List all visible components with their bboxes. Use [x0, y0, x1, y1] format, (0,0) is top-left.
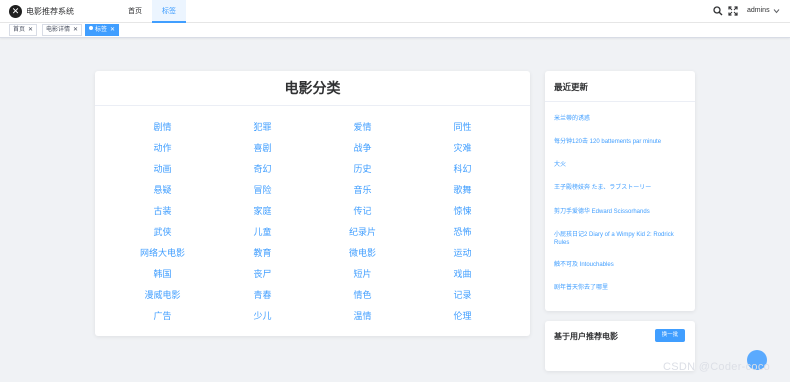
recent-movie-link[interactable]: 触不可及 Intouchables	[554, 261, 690, 269]
genre-link[interactable]: 喜剧	[213, 138, 313, 159]
genre-link[interactable]: 韩国	[113, 264, 213, 285]
genre-link[interactable]: 教育	[213, 243, 313, 264]
close-icon[interactable]: ✕	[28, 27, 33, 33]
genre-link[interactable]: 冒险	[213, 180, 313, 201]
recent-updates-title: 最近更新	[554, 82, 589, 92]
genre-link[interactable]: 运动	[413, 243, 513, 264]
nav-menu: 首页 标签	[118, 0, 186, 23]
genre-link[interactable]: 武侠	[113, 222, 213, 243]
genre-link[interactable]: 纪录片	[313, 222, 413, 243]
divider	[545, 101, 695, 102]
nav-item-tags[interactable]: 标签	[152, 0, 186, 23]
genre-link[interactable]: 科幻	[413, 159, 513, 180]
genre-link[interactable]: 爱情	[313, 117, 413, 138]
genre-link[interactable]: 战争	[313, 138, 413, 159]
genre-link[interactable]: 同性	[413, 117, 513, 138]
genre-link[interactable]: 古装	[113, 201, 213, 222]
nav-item-home[interactable]: 首页	[118, 0, 152, 23]
recent-updates-card: 最近更新 米兰蒂的诱惑 每分钟120击 120 battements par m…	[545, 71, 695, 311]
recent-movie-link[interactable]: 剧年普天你去了哪里	[554, 284, 690, 292]
genre-link[interactable]: 温情	[313, 306, 413, 327]
genre-link[interactable]: 少儿	[213, 306, 313, 327]
genre-link[interactable]: 传记	[313, 201, 413, 222]
genre-link[interactable]: 犯罪	[213, 117, 313, 138]
recommend-title: 基于用户推荐电影	[554, 332, 618, 341]
recent-movie-link[interactable]: 米兰蒂的诱惑	[554, 115, 690, 123]
genre-link[interactable]: 剧情	[113, 117, 213, 138]
genre-link[interactable]: 戏曲	[413, 264, 513, 285]
tags-view: 首页 ✕ 电影详情 ✕ 标签 ✕	[0, 23, 790, 38]
genre-link[interactable]: 记录	[413, 285, 513, 306]
tag-movie-detail[interactable]: 电影详情 ✕	[42, 24, 83, 36]
logo: ✕	[9, 5, 22, 18]
tag-home[interactable]: 首页 ✕	[9, 24, 38, 36]
recent-movie-link[interactable]: 大火	[554, 161, 690, 169]
search-icon[interactable]	[713, 6, 723, 16]
app-title: 电影推荐系统	[26, 7, 74, 16]
category-card: 电影分类 剧情 犯罪 爱情 同性动作 喜剧 战争 灾难动画 奇幻 历史 科幻悬疑 冒险 音乐 歌舞古装家…	[95, 71, 530, 336]
genre-link[interactable]: 动作	[113, 138, 213, 159]
tag-tags[interactable]: 标签 ✕	[85, 24, 120, 36]
recent-movie-link[interactable]: 每分钟120击 120 battements par minute	[554, 138, 690, 146]
genre-link[interactable]: 家庭	[213, 201, 313, 222]
genre-link[interactable]: 短片	[313, 264, 413, 285]
recent-movie-link[interactable]: 王子殿榜妓奔 たま、ラブストーリー	[554, 184, 690, 192]
genre-link[interactable]: 青春	[213, 285, 313, 306]
genre-link[interactable]: 丧尸	[213, 264, 313, 285]
genre-link[interactable]: 惊悚	[413, 201, 513, 222]
genre-link[interactable]: 漫威电影	[113, 285, 213, 306]
genre-link[interactable]: 情色	[313, 285, 413, 306]
close-icon[interactable]: ✕	[73, 27, 78, 33]
refresh-recommend-button[interactable]: 换一批	[655, 329, 685, 342]
genre-link[interactable]: 历史	[313, 159, 413, 180]
genre-link[interactable]: 广告	[113, 306, 213, 327]
fullscreen-icon[interactable]	[728, 6, 738, 16]
page-title: 电影分类	[95, 71, 530, 106]
genre-link[interactable]: 动画	[113, 159, 213, 180]
genre-link[interactable]: 音乐	[313, 180, 413, 201]
close-icon[interactable]: ✕	[110, 27, 115, 33]
genre-link[interactable]: 悬疑	[113, 180, 213, 201]
recent-movie-link[interactable]: 剪刀手爱德华 Edward Scissorhands	[554, 208, 690, 216]
genre-link[interactable]: 恐怖	[413, 222, 513, 243]
top-navbar: ✕ 电影推荐系统 首页 标签 admins	[0, 0, 790, 23]
tag-label: 标签	[95, 27, 108, 33]
chevron-down-icon[interactable]	[773, 8, 780, 14]
genre-link[interactable]: 奇幻	[213, 159, 313, 180]
user-menu[interactable]: admins	[747, 7, 770, 14]
genre-link[interactable]: 灾难	[413, 138, 513, 159]
genre-link[interactable]: 儿童	[213, 222, 313, 243]
genre-link[interactable]: 歌舞	[413, 180, 513, 201]
genre-link[interactable]: 微电影	[313, 243, 413, 264]
genre-link[interactable]: 伦理	[413, 306, 513, 327]
genre-link[interactable]: 网络大电影	[113, 243, 213, 264]
recent-movie-link[interactable]: 小屁孩日记2 Diary of a Wimpy Kid 2: Rodrick R…	[554, 231, 690, 247]
genre-grid: 剧情 犯罪 爱情 同性动作 喜剧 战争 灾难动画 奇幻 历史 科幻悬疑 冒险 音乐 歌舞古装 家庭 传记 惊悚…	[95, 117, 530, 327]
tag-label: 首页	[13, 27, 26, 33]
tag-label: 电影详情	[46, 27, 71, 33]
active-dot-icon	[89, 26, 93, 30]
watermark: CSDN @Coder-coco	[663, 361, 771, 373]
